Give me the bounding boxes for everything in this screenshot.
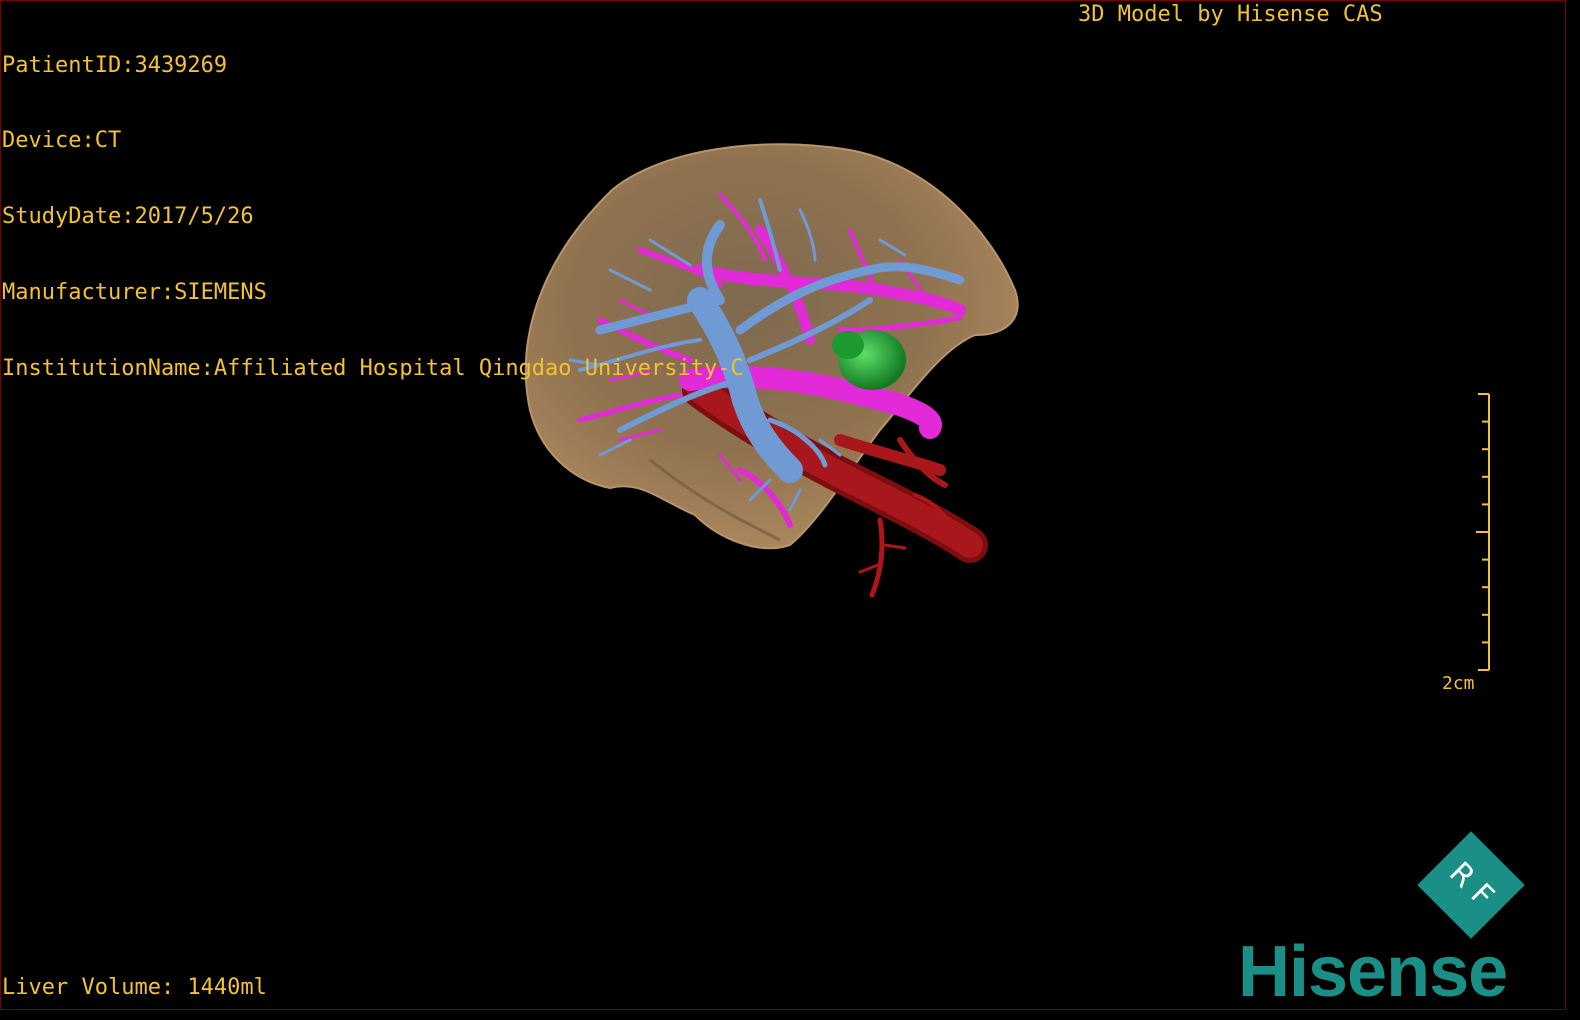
manufacturer-text: Manufacturer:SIEMENS: [2, 280, 267, 306]
institution-text: InstitutionName:Affiliated Hospital Qing…: [2, 356, 744, 382]
study-info-overlay: PatientID:3439269 Device:CT StudyDate:20…: [2, 2, 744, 407]
hisense-brand-text: Hisense: [1238, 932, 1507, 1011]
liver-volume-text: Liver Volume: 1440ml: [2, 975, 267, 1000]
model-credit-text: 3D Model by Hisense CAS: [1078, 2, 1383, 27]
scale-bar-label: 2cm: [1442, 673, 1475, 694]
device-text: Device:CT: [2, 128, 122, 154]
study-date-text: StudyDate:2017/5/26: [2, 204, 254, 230]
rf-badge-icon: R F: [1417, 831, 1525, 939]
patient-id-text: PatientID:3439269: [2, 52, 228, 78]
hisense-rf-logo: R F Hisense: [1238, 831, 1525, 1011]
scale-bar: [1476, 393, 1490, 671]
